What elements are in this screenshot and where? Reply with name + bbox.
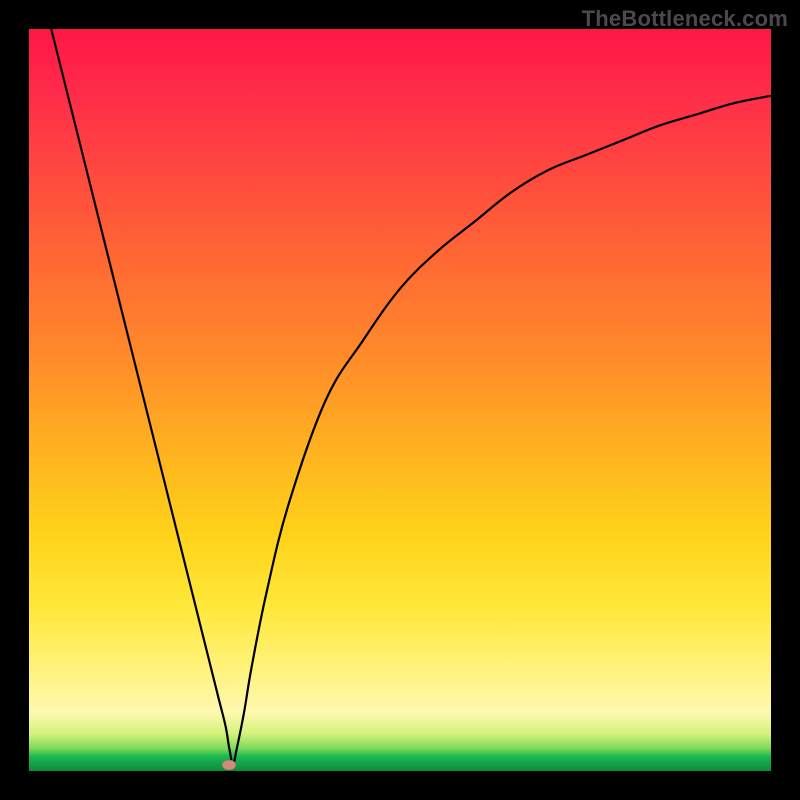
chart-plot-area (29, 29, 771, 771)
bottleneck-curve (29, 29, 771, 771)
chart-frame: TheBottleneck.com (0, 0, 800, 800)
